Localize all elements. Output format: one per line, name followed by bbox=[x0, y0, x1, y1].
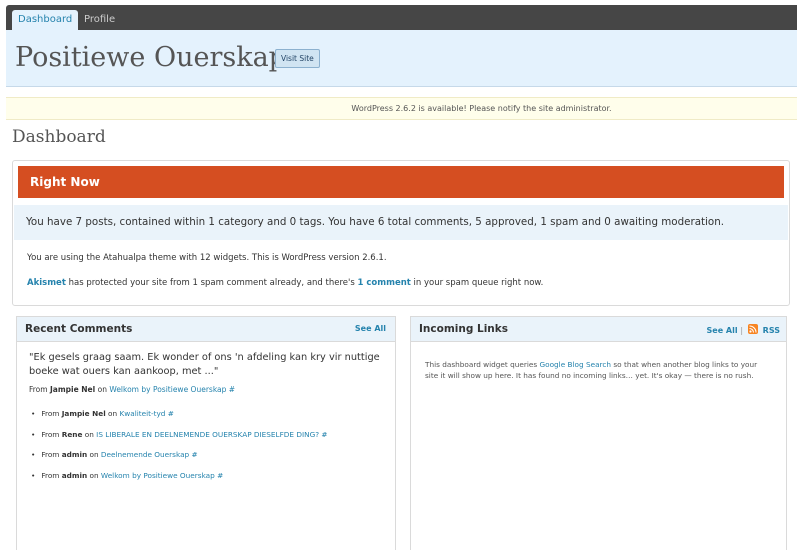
description-text: This dashboard widget queries bbox=[425, 360, 540, 369]
spam-comment-link[interactable]: 1 comment bbox=[357, 278, 410, 288]
latest-comment-meta: From Jampie Nel on Welkom by Positiewe O… bbox=[29, 385, 235, 394]
recent-comments-header: Recent Comments See All bbox=[17, 317, 395, 342]
akismet-info: Akismet has protected your site from 1 s… bbox=[27, 278, 543, 288]
right-now-heading: Right Now bbox=[18, 166, 784, 198]
comment-author: Rene bbox=[61, 429, 83, 439]
akismet-link[interactable]: Akismet bbox=[27, 278, 66, 288]
rss-feed-icon[interactable] bbox=[747, 324, 758, 334]
comment-author: admin bbox=[61, 450, 88, 459]
list-item: From Jampie Nel on Kwaliteit-tyd # bbox=[31, 408, 328, 429]
incoming-links-actions: See All | RSS bbox=[707, 324, 780, 335]
recent-comments-see-all-link[interactable]: See All bbox=[355, 324, 386, 333]
akismet-text: has protected your site from 1 spam comm… bbox=[65, 278, 358, 288]
on-label: on bbox=[87, 470, 101, 480]
comment-author: Jampie Nel bbox=[61, 409, 106, 418]
right-now-summary: You have 7 posts, contained within 1 cat… bbox=[26, 216, 725, 228]
from-label: From bbox=[29, 385, 50, 394]
on-label: on bbox=[87, 450, 101, 459]
visit-site-button[interactable]: Visit Site bbox=[275, 49, 320, 68]
google-blog-search-link[interactable]: Google Blog Search bbox=[539, 360, 611, 369]
update-notice: WordPress 2.6.2 is available! Please not… bbox=[6, 97, 797, 120]
page-title: Dashboard bbox=[12, 127, 106, 147]
from-label: From bbox=[41, 409, 62, 418]
recent-comments-widget: Recent Comments See All "Ek gesels graag… bbox=[16, 316, 396, 550]
site-header: Positiewe Ouerskap Visit Site bbox=[6, 30, 797, 87]
tab-dashboard[interactable]: Dashboard bbox=[12, 10, 79, 30]
latest-comment-quote: "Ek gesels graag saam. Ek wonder of ons … bbox=[29, 352, 380, 377]
comment-author: Jampie Nel bbox=[49, 385, 96, 394]
recent-comments-list: From Jampie Nel on Kwaliteit-tyd # From … bbox=[31, 408, 328, 491]
comment-author: admin bbox=[61, 470, 88, 480]
incoming-links-description: This dashboard widget queries Google Blo… bbox=[425, 359, 770, 381]
comment-post-link[interactable]: IS LIBERALE EN DEELNEMENDE OUERSKAP DIES… bbox=[96, 430, 327, 439]
incoming-links-widget: Incoming Links See All | RSS This dashbo… bbox=[410, 316, 787, 550]
comment-post-link[interactable]: Welkom by Positiewe Ouerskap # bbox=[109, 385, 235, 394]
on-label: on bbox=[95, 385, 110, 394]
separator: | bbox=[740, 326, 744, 335]
list-item: From admin on Welkom by Positiewe Ouersk… bbox=[31, 470, 328, 491]
rss-link[interactable]: RSS bbox=[763, 326, 780, 335]
comment-post-link[interactable]: Welkom by Positiewe Ouerskap # bbox=[101, 471, 223, 480]
akismet-text-end: in your spam queue right now. bbox=[410, 278, 544, 288]
recent-comments-title: Recent Comments bbox=[25, 323, 133, 335]
comment-post-link[interactable]: Deelnemende Ouerskap # bbox=[101, 450, 198, 459]
on-label: on bbox=[82, 429, 97, 439]
on-label: on bbox=[105, 409, 120, 418]
from-label: From bbox=[41, 450, 62, 459]
tab-profile[interactable]: Profile bbox=[78, 10, 121, 30]
top-tab-bar: Dashboard Profile bbox=[6, 5, 797, 30]
from-label: From bbox=[41, 470, 62, 480]
theme-info: You are using the Atahualpa theme with 1… bbox=[27, 253, 387, 263]
list-item: From admin on Deelnemende Ouerskap # bbox=[31, 449, 328, 470]
incoming-links-header: Incoming Links See All | RSS bbox=[411, 317, 786, 342]
list-item: From Rene on IS LIBERALE EN DEELNEMENDE … bbox=[31, 429, 327, 450]
incoming-links-title: Incoming Links bbox=[419, 323, 509, 335]
from-label: From bbox=[41, 429, 62, 439]
comment-post-link[interactable]: Kwaliteit-tyd # bbox=[119, 409, 173, 418]
right-now-summary-box: You have 7 posts, contained within 1 cat… bbox=[14, 205, 788, 240]
incoming-links-see-all-link[interactable]: See All bbox=[707, 326, 738, 335]
right-now-widget: Right Now You have 7 posts, contained wi… bbox=[12, 160, 790, 306]
site-title: Positiewe Ouerskap bbox=[15, 42, 286, 73]
